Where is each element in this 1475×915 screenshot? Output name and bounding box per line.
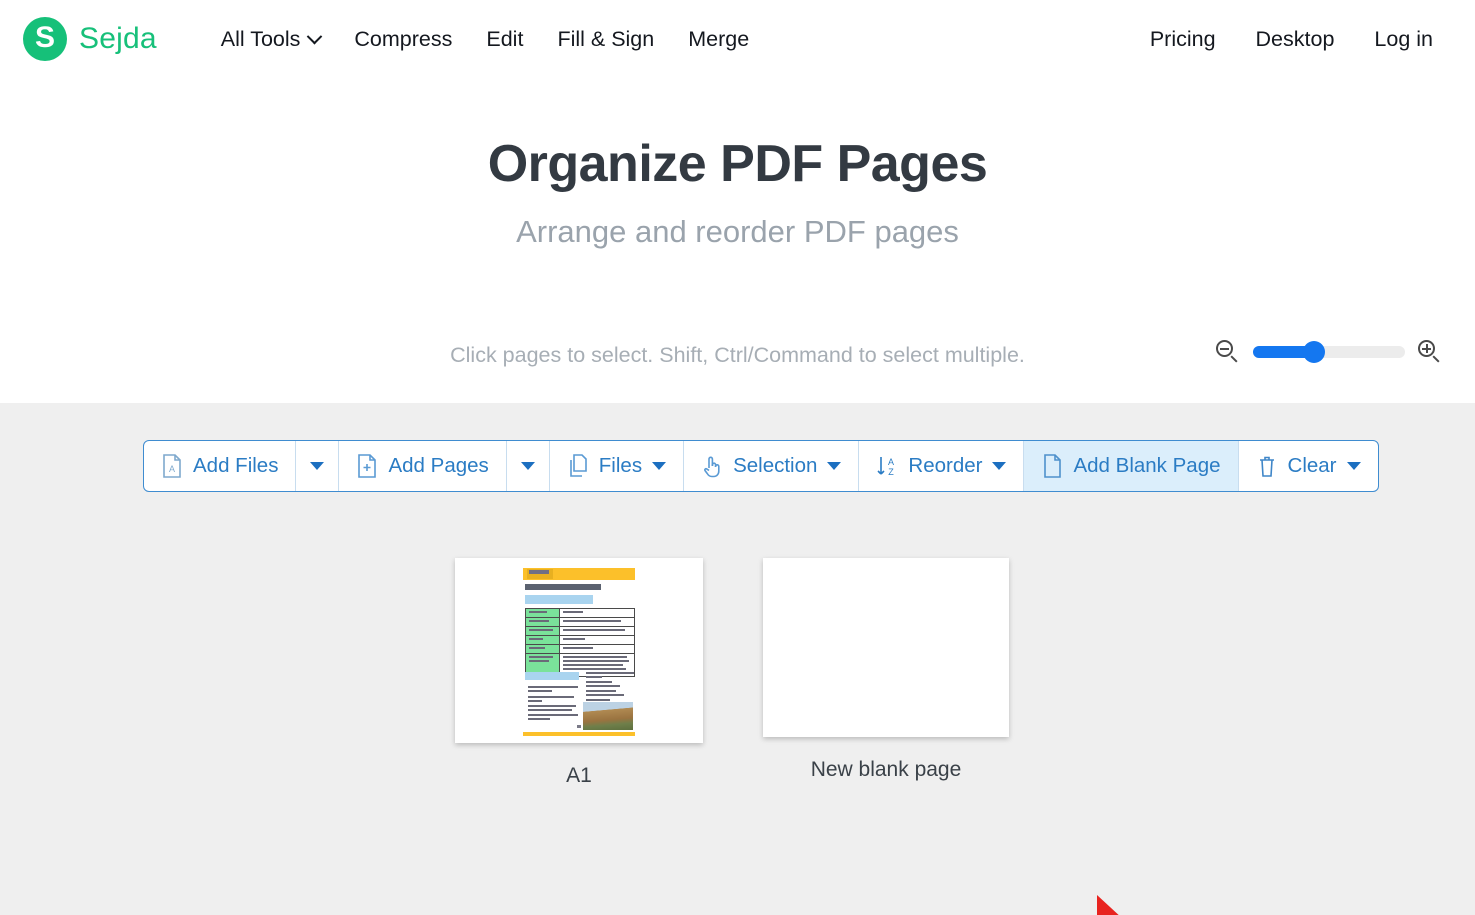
copy-files-icon <box>569 454 587 477</box>
add-pages-button[interactable]: Add Pages <box>339 441 507 491</box>
chevron-down-icon <box>307 28 323 44</box>
brand-logo[interactable]: S Sejda <box>23 17 157 61</box>
add-pages-label: Add Pages <box>388 454 489 477</box>
hint-and-zoom-row: Click pages to select. Shift, Ctrl/Comma… <box>0 332 1475 380</box>
page-preview-blank <box>763 558 1009 737</box>
page-label-a1: A1 <box>566 764 592 787</box>
files-label: Files <box>598 454 643 477</box>
sejda-logo-icon: S <box>23 17 67 61</box>
pages-workspace: A Add Files Add Pages Files Selection A … <box>0 403 1475 915</box>
page-subtitle: Arrange and reorder PDF pages <box>516 214 959 249</box>
document-preview <box>517 562 641 739</box>
nav-edit[interactable]: Edit <box>486 27 523 52</box>
brand-name: Sejda <box>79 22 157 55</box>
selection-label: Selection <box>733 454 818 477</box>
castle-photo <box>583 702 633 730</box>
nav-desktop[interactable]: Desktop <box>1256 27 1335 52</box>
selection-button[interactable]: Selection <box>684 441 860 491</box>
files-button[interactable]: Files <box>550 441 685 491</box>
pdf-file-icon: A <box>163 454 181 478</box>
nav-all-tools[interactable]: All Tools <box>220 26 323 52</box>
zoom-slider-thumb[interactable] <box>1303 341 1326 363</box>
reorder-button[interactable]: A Z Reorder <box>859 441 1025 491</box>
page-label-new-blank: New blank page <box>810 758 962 781</box>
site-header: S Sejda All Tools Compress Edit Fill & S… <box>0 0 1475 78</box>
svg-text:Z: Z <box>889 467 895 477</box>
magnifier-plus-icon[interactable] <box>1418 340 1442 364</box>
page-title: Organize PDF Pages <box>487 135 988 193</box>
clear-label: Clear <box>1287 454 1337 477</box>
caret-down-icon <box>1346 462 1361 470</box>
sort-az-icon: A Z <box>877 457 895 477</box>
add-pages-dropdown-button[interactable] <box>507 441 550 491</box>
nav-all-tools-label: All Tools <box>220 26 301 51</box>
main-navigation: All Tools Compress Edit Fill & Sign Merg… <box>221 27 749 52</box>
add-files-button[interactable]: A Add Files <box>144 441 297 491</box>
add-blank-page-label: Add Blank Page <box>1073 454 1221 477</box>
add-page-icon <box>358 454 377 478</box>
caret-down-icon <box>652 462 667 470</box>
caret-down-icon <box>520 462 535 470</box>
svg-text:A: A <box>888 457 894 467</box>
nav-log-in[interactable]: Log in <box>1374 27 1433 52</box>
clear-button[interactable]: Clear <box>1239 441 1378 491</box>
nav-pricing[interactable]: Pricing <box>1150 27 1216 52</box>
account-navigation: Pricing Desktop Log in <box>1150 27 1433 52</box>
zoom-slider[interactable] <box>1253 341 1405 363</box>
add-files-dropdown-button[interactable] <box>296 441 340 491</box>
add-files-label: Add Files <box>193 454 279 477</box>
caret-down-icon <box>827 462 842 470</box>
add-blank-page-button[interactable]: Add Blank Page <box>1024 441 1239 491</box>
nav-merge[interactable]: Merge <box>688 27 749 52</box>
caret-down-icon <box>992 462 1007 470</box>
page-preview-a1 <box>455 558 703 743</box>
page-thumbnail-new-blank[interactable]: New blank page <box>763 558 1009 782</box>
svg-text:A: A <box>169 464 175 474</box>
caret-down-icon <box>310 462 325 470</box>
zoom-control <box>1216 340 1442 364</box>
magnifier-minus-icon[interactable] <box>1216 340 1240 364</box>
nav-fill-sign[interactable]: Fill & Sign <box>557 27 654 52</box>
trash-icon <box>1259 456 1274 477</box>
reorder-label: Reorder <box>908 454 983 477</box>
nav-compress[interactable]: Compress <box>354 27 452 52</box>
page-root: S Sejda All Tools Compress Edit Fill & S… <box>0 0 1475 915</box>
pages-toolbar: A Add Files Add Pages Files Selection A … <box>143 440 1379 492</box>
blank-page-icon <box>1044 454 1062 478</box>
page-thumbnail-a1[interactable]: A1 <box>455 558 703 788</box>
pointer-hand-icon <box>704 456 720 478</box>
hero-section: Organize PDF Pages Arrange and reorder P… <box>0 78 1475 250</box>
mouse-pointer-arrow-icon <box>1097 895 1119 915</box>
